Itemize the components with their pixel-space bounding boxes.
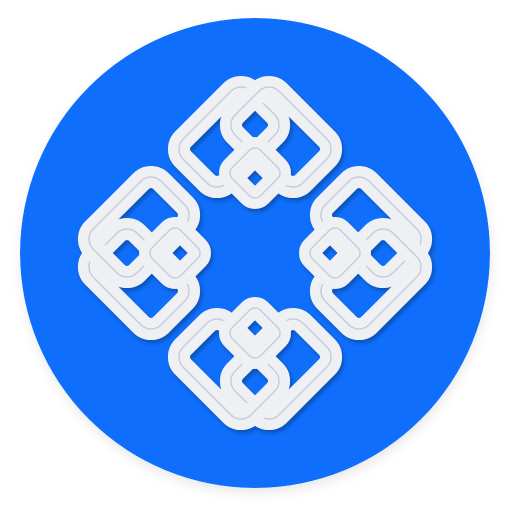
celtic-knot-icon — [20, 18, 490, 488]
app-icon[interactable] — [20, 18, 490, 488]
app-icon-stage — [0, 0, 512, 512]
